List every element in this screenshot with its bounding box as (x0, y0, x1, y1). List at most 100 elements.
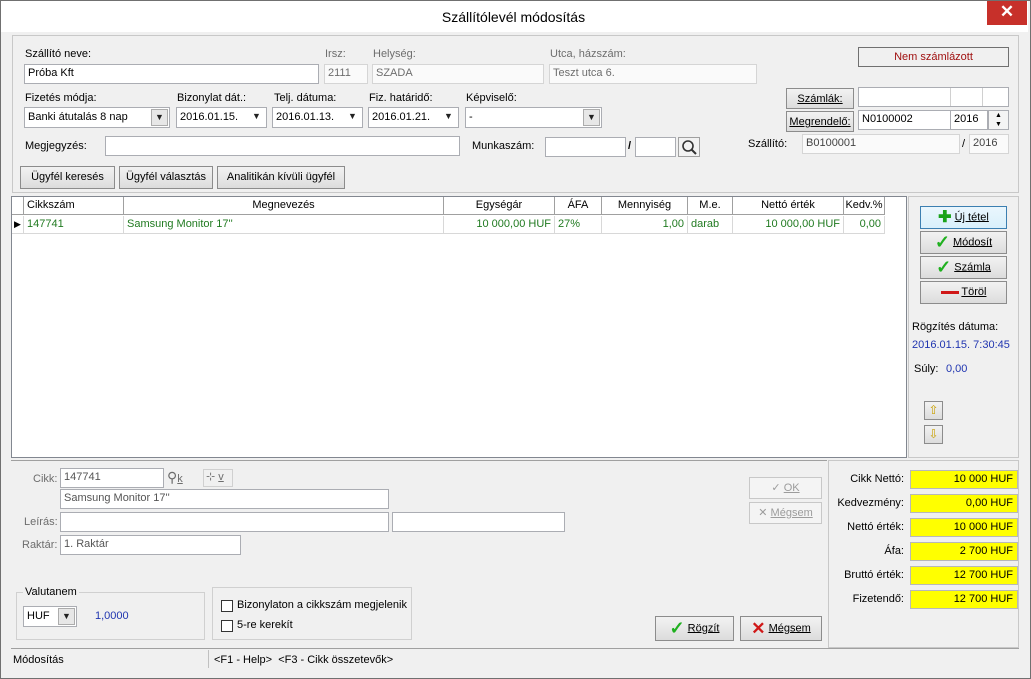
chevron-down-icon[interactable]: ▼ (344, 109, 361, 126)
move-down-arrow-icon[interactable]: ⇩ (924, 425, 943, 444)
move-up-arrow-icon[interactable]: ⇧ (924, 401, 943, 420)
cell-discount[interactable]: 0,00 (844, 216, 885, 234)
row-indicator-header (12, 197, 24, 215)
currency-rate: 1,0000 (95, 610, 129, 622)
window-title: Szállítólevél módosítás (441, 9, 586, 25)
payment-value: Banki átutalás 8 nap (28, 111, 128, 123)
order-button[interactable]: Megrendelő: (786, 111, 854, 132)
item-search-button[interactable]: ⚲k (167, 469, 197, 486)
divider (11, 648, 1019, 649)
job-year-field[interactable] (635, 137, 676, 157)
description-label: Leírás: (24, 516, 58, 528)
modify-label: Módosít (953, 236, 993, 249)
column-header[interactable]: Kedv.% (844, 197, 885, 215)
doc-date-picker[interactable]: 2016.01.15. ▼ (176, 107, 267, 128)
job-separator: / (628, 140, 632, 152)
cell-quantity[interactable]: 1,00 (602, 216, 688, 234)
gross-value-label: Bruttó érték: (844, 569, 904, 581)
description-field-1[interactable] (60, 512, 389, 532)
invoices-button-label: Számlák: (797, 93, 843, 105)
delivery-year-field: 2016 (969, 134, 1009, 154)
store-field[interactable]: 1. Raktár (60, 535, 241, 555)
chevron-down-icon[interactable]: ▼ (248, 109, 265, 126)
invoices-field[interactable] (858, 87, 1009, 107)
invoices-field-divider (982, 88, 983, 106)
modify-button[interactable]: ✓ Módosít (920, 231, 1007, 254)
currency-select[interactable]: HUF ▼ (23, 606, 77, 627)
cell-code[interactable]: 147741 (24, 216, 124, 234)
items-grid[interactable]: Cikkszám Megnevezés Egységár ÁFA Mennyis… (11, 196, 907, 458)
note-field[interactable] (105, 136, 460, 156)
payment-select[interactable]: Banki átutalás 8 nap ▼ (24, 107, 170, 128)
delivery-separator: / (962, 138, 966, 150)
cancel-button[interactable]: ✕ Mégsem (740, 616, 822, 641)
customer-select-label: Ügyfél választás (125, 171, 207, 183)
delivery-number-field: B0100001 (802, 134, 960, 154)
column-header[interactable]: M.e. (688, 197, 733, 215)
cell-unit-price[interactable]: 10 000,00 HUF (444, 216, 555, 234)
invoices-button[interactable]: Számlák: (786, 88, 854, 109)
customer-search-button[interactable]: Ügyfél keresés (20, 166, 115, 189)
order-number-field[interactable]: N0100002 (858, 110, 951, 130)
job-number-field[interactable] (545, 137, 626, 157)
chevron-down-icon[interactable]: ▼ (583, 109, 600, 126)
close-button[interactable]: ✕ (987, 1, 1027, 25)
column-header[interactable]: Egységár (444, 197, 555, 215)
column-header[interactable]: Nettó érték (733, 197, 844, 215)
options-group (212, 587, 412, 640)
city-field: SZADA (372, 64, 544, 84)
item-ok-label: OK (783, 482, 800, 494)
delete-button[interactable]: Töröl (920, 281, 1007, 304)
weight-value: 0,00 (946, 363, 968, 375)
status-mode: Módosítás (13, 654, 64, 666)
cell-vat[interactable]: 27% (555, 216, 602, 234)
perf-date-value: 2016.01.13. (276, 111, 335, 123)
chevron-down-icon[interactable]: ▼ (440, 109, 457, 126)
rep-select[interactable]: - ▼ (465, 107, 602, 128)
column-header[interactable]: Mennyiség (602, 197, 688, 215)
perf-date-label: Telj. dátuma: (274, 92, 337, 104)
down-arrow-icon[interactable]: ▼ (989, 120, 1008, 129)
show-code-checkbox[interactable] (221, 600, 233, 612)
gross-value-value: 12 700 HUF (910, 566, 1018, 585)
payment-label: Fizetés módja: (25, 92, 97, 104)
customer-select-button[interactable]: Ügyfél választás (119, 166, 213, 189)
item-net-label: Cikk Nettó: (850, 473, 904, 485)
cell-net-value[interactable]: 10 000,00 HUF (733, 216, 844, 234)
order-year-spinner[interactable]: ▲ ▼ (988, 110, 1009, 130)
round5-checkbox[interactable] (221, 620, 233, 632)
column-header[interactable]: ÁFA (555, 197, 602, 215)
save-button[interactable]: ✓ Rögzít (655, 616, 734, 641)
discount-value: 0,00 HUF (910, 494, 1018, 513)
item-name-field[interactable]: Samsung Monitor 17'' (60, 489, 389, 509)
column-header[interactable]: Megnevezés (124, 197, 444, 215)
close-icon: ✕ (751, 619, 766, 638)
order-year-field[interactable]: 2016 (950, 110, 988, 130)
up-arrow-icon[interactable]: ▲ (989, 111, 1008, 120)
invoices-field-divider (950, 88, 951, 106)
divider (208, 650, 209, 668)
check-icon: ✓ (669, 618, 685, 638)
item-ok-button[interactable]: ✓ OK (749, 477, 822, 499)
item-code-field[interactable]: 147741 (60, 468, 164, 488)
item-components-button[interactable]: ⊹ v (203, 469, 233, 487)
discount-label: Kedvezmény: (837, 497, 904, 509)
chevron-down-icon[interactable]: ▼ (151, 109, 168, 126)
chevron-down-icon[interactable]: ▼ (58, 608, 75, 625)
description-field-2[interactable] (392, 512, 565, 532)
check-icon: ✓ (934, 232, 950, 252)
perf-date-picker[interactable]: 2016.01.13. ▼ (272, 107, 363, 128)
due-date-picker[interactable]: 2016.01.21. ▼ (368, 107, 459, 128)
column-header[interactable]: Cikkszám (24, 197, 124, 215)
cell-name[interactable]: Samsung Monitor 17'' (124, 216, 444, 234)
non-analytic-customer-button[interactable]: Analitikán kívüli ügyfél (217, 166, 345, 189)
invoice-button[interactable]: ✓ Számla (920, 256, 1007, 279)
show-code-label: Bizonylaton a cikkszám megjelenik (237, 599, 407, 611)
save-label: Rögzít (687, 622, 720, 635)
new-item-label: Új tétel (954, 211, 989, 224)
cell-unit[interactable]: darab (688, 216, 733, 234)
new-item-button[interactable]: ✚ Új tétel (920, 206, 1007, 229)
supplier-name-field[interactable]: Próba Kft (24, 64, 319, 84)
item-cancel-button[interactable]: ✕ Mégsem (749, 502, 822, 524)
search-icon[interactable] (678, 137, 700, 157)
